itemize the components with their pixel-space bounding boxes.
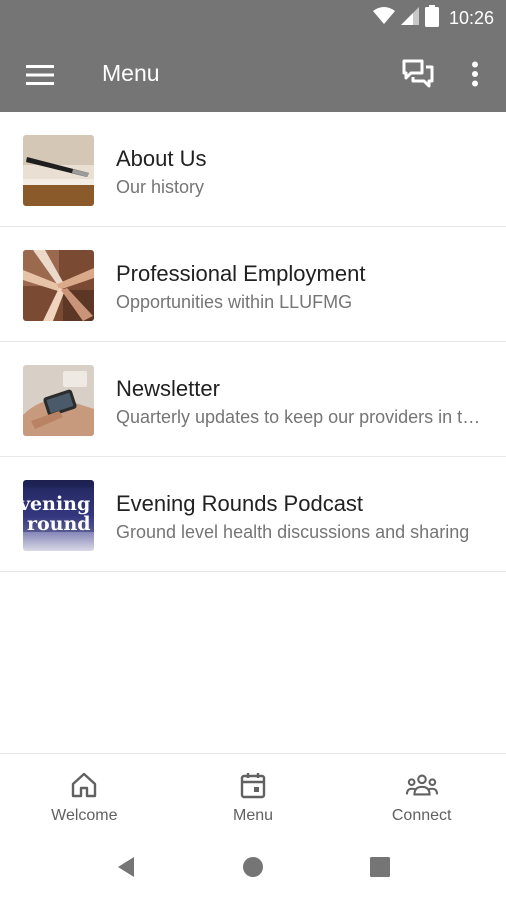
pen-on-paper-image: [23, 135, 94, 206]
item-subtitle: Opportunities within LLUFMG: [116, 292, 353, 312]
home-icon: [68, 769, 100, 801]
recents-icon[interactable]: [366, 853, 394, 881]
list-item-newsletter[interactable]: Newsletter Quarterly updates to keep our…: [0, 342, 506, 457]
list-item-about-us[interactable]: About Us Our history: [0, 112, 506, 227]
phone-in-hand-image: [23, 365, 94, 436]
page-title: Menu: [102, 60, 160, 86]
podcast-logo-image: vening round: [23, 480, 94, 551]
svg-text:round: round: [27, 513, 91, 535]
bottom-nav: Welcome Menu Connect: [0, 753, 506, 833]
app-bar: Menu: [0, 37, 506, 112]
status-icons: 10:26: [372, 4, 494, 32]
nav-item-connect[interactable]: Connect: [337, 754, 506, 833]
item-subtitle: Quarterly updates to keep our providers …: [116, 407, 486, 427]
item-subtitle: Ground level health discussions and shar…: [116, 522, 470, 542]
list-item-professional-employment[interactable]: Professional Employment Opportunities wi…: [0, 227, 506, 342]
system-nav-bar: [0, 833, 506, 900]
home-circle-icon[interactable]: [239, 853, 267, 881]
nav-label: Menu: [232, 807, 274, 824]
more-vert-icon[interactable]: [458, 57, 492, 91]
status-bar: 10:26: [0, 0, 506, 37]
wifi-icon: [372, 6, 395, 30]
menu-list: About Us Our history Professional Employ…: [0, 112, 506, 572]
nav-label: Connect: [391, 807, 452, 824]
item-subtitle: Our history: [116, 177, 205, 197]
back-icon[interactable]: [112, 853, 140, 881]
item-title: About Us: [116, 146, 207, 171]
calendar-icon: [237, 769, 269, 801]
svg-text:vening: vening: [23, 493, 90, 515]
nav-label: Welcome: [51, 807, 118, 824]
status-time: 10:26: [448, 7, 494, 28]
list-item-evening-rounds-podcast[interactable]: vening round Evening Rounds Podcast Grou…: [0, 457, 506, 572]
item-title: Evening Rounds Podcast: [116, 491, 364, 516]
hands-together-image: [23, 250, 94, 321]
cell-signal-icon: [400, 6, 419, 30]
battery-icon: [424, 4, 439, 32]
nav-item-welcome[interactable]: Welcome: [0, 754, 169, 833]
chat-icon[interactable]: [398, 57, 438, 91]
item-title: Professional Employment: [116, 261, 366, 286]
item-title: Newsletter: [116, 376, 220, 401]
hamburger-menu-icon[interactable]: [22, 59, 58, 91]
people-icon: [405, 769, 438, 801]
nav-item-menu[interactable]: Menu: [169, 754, 338, 833]
